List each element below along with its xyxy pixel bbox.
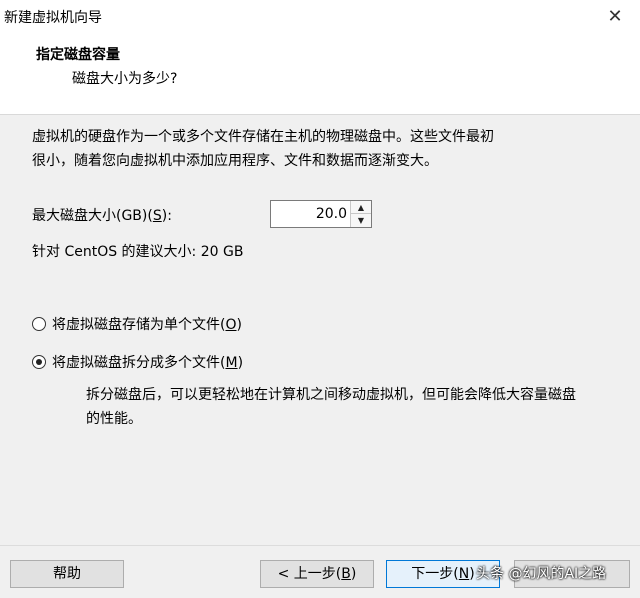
spinner-buttons: ▲ ▼ [350,201,371,227]
split-description: 拆分磁盘后，可以更轻松地在计算机之间移动虚拟机，但可能会降低大容量磁盘 的性能。 [86,383,626,431]
title-bar: 新建虚拟机向导 ✕ [0,0,640,36]
max-size-label: 最大磁盘大小(GB)(S): [32,205,172,225]
split-files-option[interactable]: 将虚拟磁盘拆分成多个文件(M) [32,352,243,372]
back-access-key: B [341,566,351,582]
single-file-label-text: 将虚拟磁盘存储为单个文件( [52,317,226,333]
back-button[interactable]: < 上一步(B) [260,560,374,588]
split-files-label: 将虚拟磁盘拆分成多个文件(M) [52,352,243,372]
next-access-key: N [458,566,470,582]
max-size-access-key: S [152,208,162,224]
help-button[interactable]: 帮助 [10,560,124,588]
single-file-label-suffix: ) [236,317,242,333]
split-files-label-suffix: ) [237,355,244,371]
next-button-text: 下一步( [411,566,459,582]
max-size-label-suffix: ): [161,208,172,224]
radio-single-file[interactable] [32,317,46,331]
disk-size-spinner[interactable]: ▲ ▼ [270,200,372,228]
close-icon[interactable]: ✕ [604,6,626,28]
description-line: 虚拟机的硬盘作为一个或多个文件存储在主机的物理磁盘中。这些文件最初 [32,129,494,145]
single-file-access-key: O [225,317,237,333]
disk-size-input[interactable] [271,201,351,227]
wizard-header: 指定磁盘容量 磁盘大小为多少? [0,36,640,115]
spin-down-icon[interactable]: ▼ [351,214,371,227]
window-title: 新建虚拟机向导 [4,10,102,26]
single-file-option[interactable]: 将虚拟磁盘存储为单个文件(O) [32,314,242,334]
description-line: 很小，随着您向虚拟机中添加应用程序、文件和数据而逐渐变大。 [32,153,438,169]
next-button-suffix: ) [469,566,475,582]
wizard-footer: 帮助 < 上一步(B) 下一步(N) 头条 @幻风的AI之路 [0,545,640,598]
single-file-label: 将虚拟磁盘存储为单个文件(O) [52,314,242,334]
step-title: 指定磁盘容量 [36,47,120,63]
disk-description: 虚拟机的硬盘作为一个或多个文件存储在主机的物理磁盘中。这些文件最初 很小，随着您… [32,125,592,173]
spin-up-icon[interactable]: ▲ [351,201,371,214]
split-files-access-key: M [225,355,238,371]
step-subtitle: 磁盘大小为多少? [72,71,178,87]
back-button-suffix: ) [350,566,357,582]
wizard-content: 虚拟机的硬盘作为一个或多个文件存储在主机的物理磁盘中。这些文件最初 很小，随着您… [0,115,640,545]
split-description-line: 的性能。 [86,411,142,427]
max-size-label-text: 最大磁盘大小(GB)( [32,208,153,224]
radio-split-files[interactable] [32,355,46,369]
back-button-text: < 上一步( [277,566,342,582]
watermark: 头条 @幻风的AI之路 [476,566,607,582]
recommended-size: 针对 CentOS 的建议大小: 20 GB [32,244,244,260]
split-files-label-text: 将虚拟磁盘拆分成多个文件( [52,355,226,371]
split-description-line: 拆分磁盘后，可以更轻松地在计算机之间移动虚拟机，但可能会降低大容量磁盘 [86,387,576,403]
